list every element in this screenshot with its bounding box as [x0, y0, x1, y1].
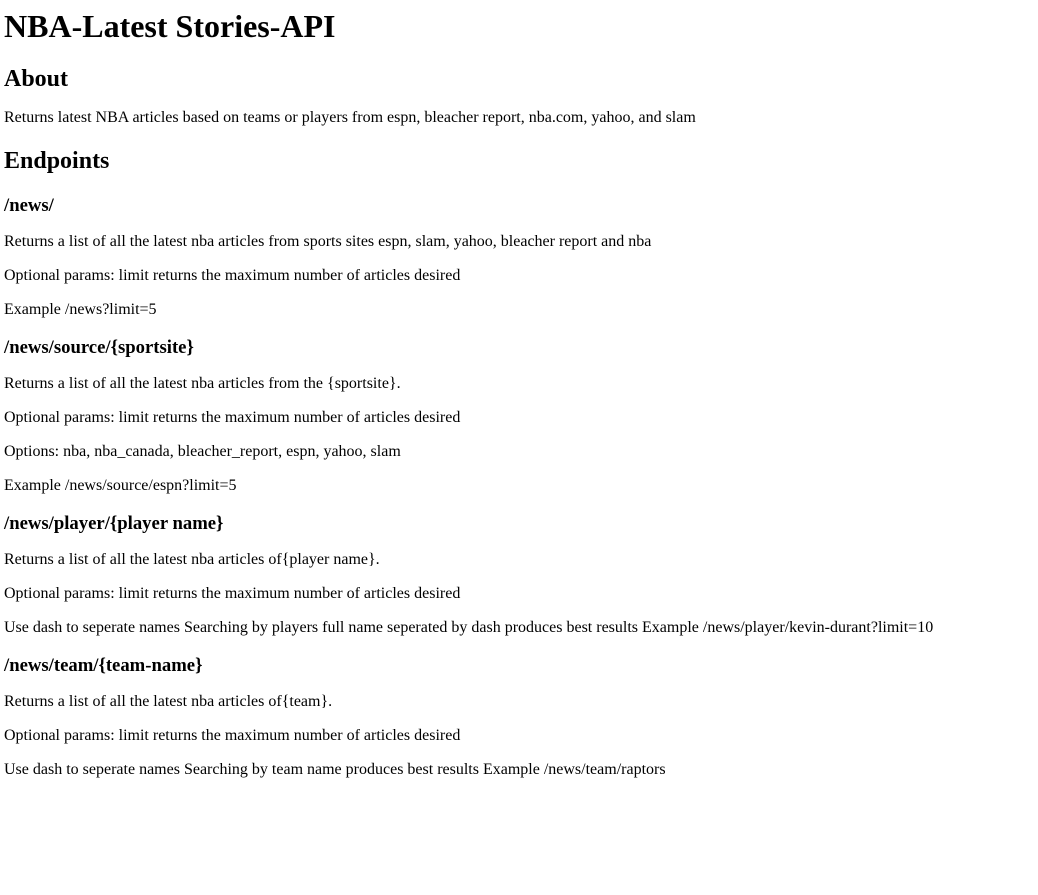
endpoint-description: Returns a list of all the latest nba art…: [4, 693, 333, 710]
about-heading: About: [4, 66, 69, 92]
page: NBA-Latest Stories-API About Returns lat…: [0, 8, 1038, 779]
endpoint-example: Example /news/source/espn?limit=5: [4, 477, 237, 494]
about-section: About Returns latest NBA articles based …: [4, 65, 1034, 127]
endpoint-news-player: /news/player/{player name} Returns a lis…: [4, 513, 1034, 637]
endpoint-example: Example /news?limit=5: [4, 301, 157, 318]
endpoint-path: /news/: [4, 195, 54, 216]
endpoint-usage-note: Use dash to seperate names Searching by …: [4, 761, 666, 778]
endpoint-options: Options: nba, nba_canada, bleacher_repor…: [4, 443, 401, 460]
endpoint-path: /news/player/{player name}: [4, 513, 224, 534]
endpoint-news-source: /news/source/{sportsite} Returns a list …: [4, 337, 1034, 495]
endpoint-path: /news/team/{team-name}: [4, 655, 203, 676]
endpoint-params: Optional params: limit returns the maxim…: [4, 409, 461, 426]
endpoint-usage-note: Use dash to seperate names Searching by …: [4, 619, 934, 636]
endpoint-description: Returns a list of all the latest nba art…: [4, 233, 652, 250]
endpoints-heading: Endpoints: [4, 148, 110, 174]
endpoint-news: /news/ Returns a list of all the latest …: [4, 195, 1034, 319]
endpoint-params: Optional params: limit returns the maxim…: [4, 727, 461, 744]
endpoint-description: Returns a list of all the latest nba art…: [4, 551, 380, 568]
endpoint-description: Returns a list of all the latest nba art…: [4, 375, 401, 392]
endpoint-path: /news/source/{sportsite}: [4, 337, 194, 358]
endpoint-params: Optional params: limit returns the maxim…: [4, 267, 461, 284]
endpoint-news-team: /news/team/{team-name} Returns a list of…: [4, 655, 1034, 779]
page-title: NBA-Latest Stories-API: [4, 8, 336, 44]
endpoints-section: Endpoints /news/ Returns a list of all t…: [4, 147, 1034, 779]
about-text: Returns latest NBA articles based on tea…: [4, 109, 696, 126]
endpoint-params: Optional params: limit returns the maxim…: [4, 585, 461, 602]
